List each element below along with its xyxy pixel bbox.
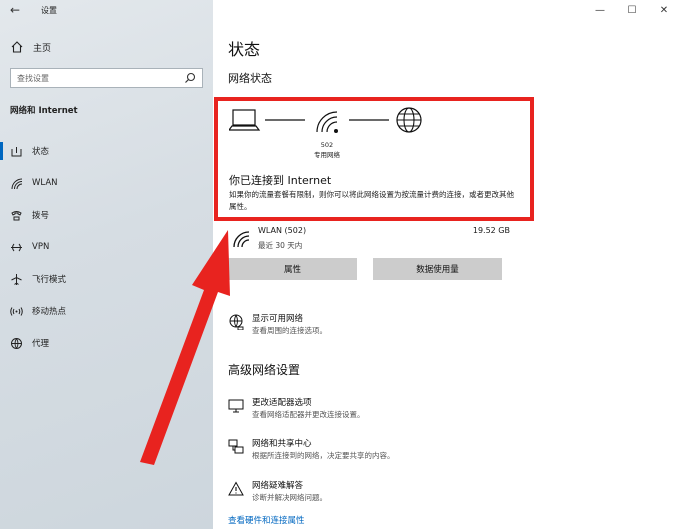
proxy-icon: [10, 337, 23, 350]
change-adapter-title: 更改适配器选项: [252, 398, 312, 408]
page-title: 状态: [228, 40, 261, 59]
sidebar-item-label: 拨号: [32, 211, 50, 221]
sidebar-nav: 状态 WLAN 拨号 VPN 飞行模式 移动热点 代理: [0, 135, 213, 359]
maximize-button[interactable]: ☐: [616, 0, 648, 20]
show-networks-title: 显示可用网络: [252, 314, 304, 324]
show-networks-desc: 查看周围的连接选项。: [252, 326, 327, 335]
back-button[interactable]: ←: [10, 3, 20, 17]
troubleshoot-title: 网络疑难解答: [252, 481, 304, 491]
wifi-icon: [233, 231, 250, 248]
sidebar-item-status[interactable]: 状态: [0, 135, 213, 167]
close-button[interactable]: ✕: [648, 0, 680, 20]
sidebar-item-hotspot[interactable]: 移动热点: [0, 295, 213, 327]
sidebar-item-label: WLAN: [32, 178, 58, 188]
sidebar: 主页 查找设置 网络和 Internet 状态 WLAN 拨号 VPN 飞行模式…: [0, 0, 213, 529]
home-icon: [11, 41, 23, 53]
window-controls: — ☐ ✕: [584, 0, 680, 22]
main-content: 状态 网络状态 502 专用网络 你已连接到 Internet 如果你的流量套餐…: [213, 22, 680, 529]
sharing-center-title: 网络和共享中心: [252, 439, 312, 449]
app-title: 设置: [41, 6, 57, 15]
minimize-button[interactable]: —: [584, 0, 616, 20]
sidebar-item-label: 代理: [32, 339, 50, 349]
change-adapter-desc: 查看网络适配器并更改连接设置。: [252, 410, 365, 419]
troubleshoot-desc: 诊断并解决网络问题。: [252, 493, 327, 502]
search-input[interactable]: 查找设置: [10, 68, 203, 88]
warning-icon: [228, 481, 244, 496]
wlan-usage-row: WLAN (502) 最近 30 天内 19.52 GB: [228, 226, 510, 252]
properties-button[interactable]: 属性: [228, 258, 357, 280]
sidebar-item-label: 移动热点: [32, 307, 67, 317]
sidebar-item-airplane[interactable]: 飞行模式: [0, 263, 213, 295]
advanced-settings-heading: 高级网络设置: [228, 363, 301, 377]
highlight-box: [214, 97, 534, 221]
troubleshoot-link[interactable]: 网络疑难解答 诊断并解决网络问题。: [228, 479, 528, 509]
show-networks-link[interactable]: 显示可用网络 查看周围的连接选项。: [228, 312, 528, 342]
title-bar: ← 设置 — ☐ ✕: [0, 0, 680, 22]
wifi-icon: [10, 177, 23, 190]
globe-network-icon: [229, 314, 244, 330]
change-adapter-link[interactable]: 更改适配器选项 查看网络适配器并更改连接设置。: [228, 396, 528, 426]
network-status-heading: 网络状态: [228, 72, 272, 85]
sharing-center-desc: 根据所连接到的网络，决定要共享的内容。: [252, 451, 395, 460]
status-icon: [10, 145, 23, 158]
adapter-icon: [228, 399, 244, 413]
sidebar-home[interactable]: 主页: [10, 40, 51, 54]
hotspot-icon: [10, 305, 23, 318]
sidebar-item-dialup[interactable]: 拨号: [0, 199, 213, 231]
search-icon: [185, 72, 196, 83]
home-label: 主页: [33, 43, 52, 54]
sidebar-item-wlan[interactable]: WLAN: [0, 167, 213, 199]
wlan-name: WLAN (502): [258, 226, 307, 235]
wlan-data-size: 19.52 GB: [472, 226, 510, 235]
sidebar-item-label: 飞行模式: [32, 275, 67, 285]
airplane-icon: [10, 273, 23, 286]
sharing-icon: [228, 439, 244, 454]
sharing-center-link[interactable]: 网络和共享中心 根据所连接到的网络，决定要共享的内容。: [228, 437, 528, 467]
search-placeholder: 查找设置: [17, 74, 49, 83]
wlan-period: 最近 30 天内: [258, 241, 303, 250]
vpn-icon: [10, 241, 23, 254]
sidebar-item-label: 状态: [32, 147, 50, 157]
sidebar-item-proxy[interactable]: 代理: [0, 327, 213, 359]
sidebar-item-label: VPN: [32, 242, 50, 252]
sidebar-section-title: 网络和 Internet: [10, 106, 78, 116]
data-usage-button[interactable]: 数据使用量: [373, 258, 502, 280]
sidebar-item-vpn[interactable]: VPN: [0, 231, 213, 263]
hardware-properties-link[interactable]: 查看硬件和连接属性: [228, 514, 305, 526]
dialup-icon: [10, 209, 23, 222]
